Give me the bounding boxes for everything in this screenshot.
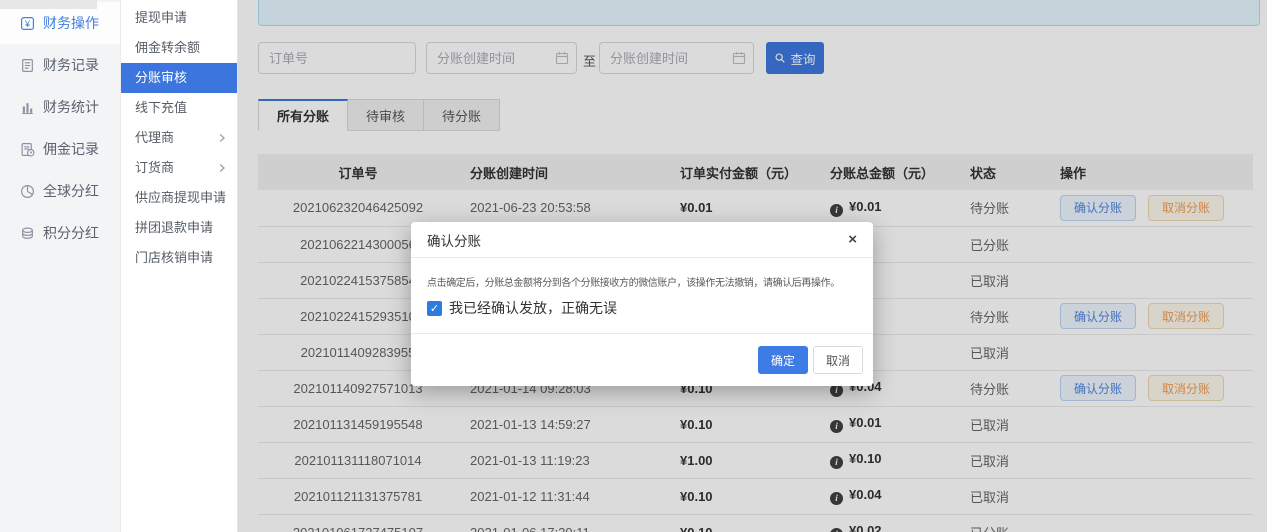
submenu-item-label: 分账审核 <box>135 63 187 93</box>
submenu-item-label: 门店核销申请 <box>135 243 213 273</box>
svg-text:¥: ¥ <box>24 18 31 28</box>
sidebar-item-label: 财务操作 <box>43 13 99 33</box>
global-dividend-icon <box>20 184 35 199</box>
submenu-item-label: 拼团退款申请 <box>135 213 213 243</box>
confirm-checkbox-row[interactable]: ✓ 我已经确认发放，正确无误 <box>427 298 857 318</box>
confirm-split-modal: 确认分账 × 点击确定后，分账总金额将分到各个分账接收方的微信账户，该操作无法撤… <box>411 222 873 386</box>
sidebar-item-3[interactable]: 佣金记录 <box>0 128 120 170</box>
checkbox-label: 我已经确认发放，正确无误 <box>449 298 617 318</box>
submenu-item-label: 提现申请 <box>135 3 187 33</box>
modal-body: 点击确定后，分账总金额将分到各个分账接收方的微信账户，该操作无法撤销，请确认后再… <box>411 258 873 318</box>
chevron-right-icon <box>217 133 227 143</box>
commission-records-icon <box>20 142 35 157</box>
sidebar-item-label: 积分分红 <box>43 223 99 243</box>
submenu-item-label: 佣金转余额 <box>135 33 200 63</box>
sidebar-item-label: 全球分红 <box>43 181 99 201</box>
checkbox-checked-icon[interactable]: ✓ <box>427 301 442 316</box>
finance-operations-icon: ¥ <box>20 16 35 31</box>
submenu-item-label: 线下充值 <box>135 93 187 123</box>
submenu-item-2[interactable]: 分账审核 <box>121 63 237 93</box>
modal-header: 确认分账 × <box>411 222 873 258</box>
sidebar-top-remnant <box>0 0 97 9</box>
submenu-item-0[interactable]: 提现申请 <box>121 3 237 33</box>
submenu-item-6[interactable]: 供应商提现申请 <box>121 183 237 213</box>
submenu-item-8[interactable]: 门店核销申请 <box>121 243 237 273</box>
finance-statistics-icon <box>20 100 35 115</box>
sidebar-item-1[interactable]: 财务记录 <box>0 44 120 86</box>
submenu-item-label: 订货商 <box>135 153 174 183</box>
modal-message: 点击确定后，分账总金额将分到各个分账接收方的微信账户，该操作无法撤销，请确认后再… <box>427 274 857 289</box>
finance-records-icon <box>20 58 35 73</box>
modal-footer: 确定 取消 <box>411 333 873 386</box>
submenu-item-7[interactable]: 拼团退款申请 <box>121 213 237 243</box>
modal-ok-button[interactable]: 确定 <box>758 346 808 374</box>
close-icon[interactable]: × <box>848 232 857 247</box>
sidebar-item-label: 财务记录 <box>43 55 99 75</box>
secondary-sidebar: 提现申请佣金转余额分账审核线下充值代理商订货商供应商提现申请拼团退款申请门店核销… <box>120 0 238 532</box>
submenu-item-3[interactable]: 线下充值 <box>121 93 237 123</box>
sidebar-item-4[interactable]: 全球分红 <box>0 170 120 212</box>
app-root: ¥ 财务操作财务记录财务统计佣金记录全球分红积分分红 提现申请佣金转余额分账审核线… <box>0 0 1267 532</box>
chevron-right-icon <box>217 163 227 173</box>
points-dividend-icon <box>20 226 35 241</box>
sidebar-item-5[interactable]: 积分分红 <box>0 212 120 254</box>
submenu-item-label: 代理商 <box>135 123 174 153</box>
modal-title: 确认分账 <box>427 230 481 250</box>
submenu-item-label: 供应商提现申请 <box>135 183 226 213</box>
submenu-item-5[interactable]: 订货商 <box>121 153 237 183</box>
submenu-item-4[interactable]: 代理商 <box>121 123 237 153</box>
modal-cancel-button[interactable]: 取消 <box>813 346 863 374</box>
sidebar-item-2[interactable]: 财务统计 <box>0 86 120 128</box>
sidebar-item-label: 佣金记录 <box>43 139 99 159</box>
sidebar-item-label: 财务统计 <box>43 97 99 117</box>
submenu-item-1[interactable]: 佣金转余额 <box>121 33 237 63</box>
primary-sidebar: ¥ 财务操作财务记录财务统计佣金记录全球分红积分分红 <box>0 0 120 532</box>
